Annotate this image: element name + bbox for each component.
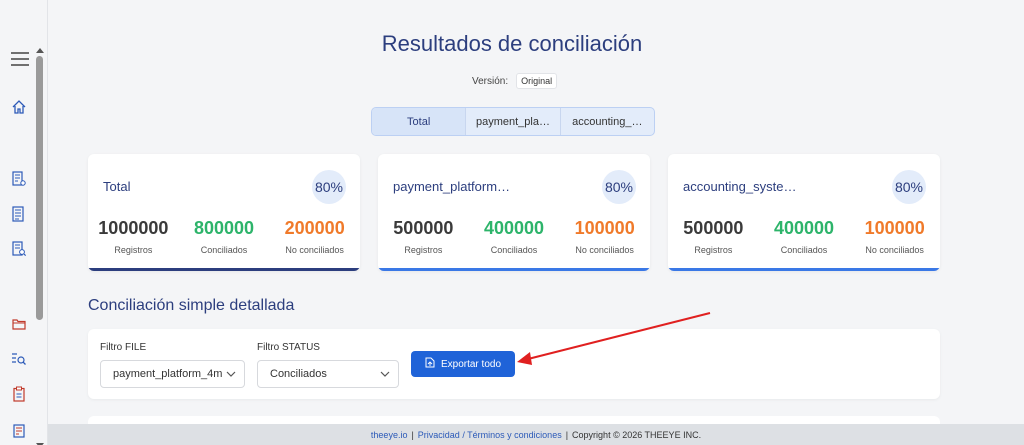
tab-accounting-system[interactable]: accounting_…: [561, 108, 654, 135]
footer-separator: |: [411, 429, 414, 440]
footer: theeye.io | Privacidad / Términos y cond…: [48, 424, 1024, 445]
filter-status-select[interactable]: Conciliados: [257, 360, 399, 388]
card-stats: 500000 Registros 400000 Conciliados 1000…: [378, 218, 650, 255]
home-icon[interactable]: [10, 98, 28, 116]
filter-file: Filtro FILE payment_platform_4m: [100, 342, 245, 388]
report-search-icon[interactable]: [10, 240, 28, 258]
summary-card-accounting-system: accounting_syste… 80% 500000 Registros 4…: [668, 154, 940, 271]
clipboard-icon[interactable]: [10, 385, 28, 403]
footer-separator: |: [565, 429, 569, 440]
scroll-down-arrow[interactable]: [36, 436, 44, 445]
stat-label: No conciliados: [865, 245, 924, 255]
stat-label: No conciliados: [285, 245, 344, 255]
filter-file-value: payment_platform_4m: [113, 368, 223, 380]
chevron-down-icon: [380, 368, 390, 380]
version-row: Versión: Original: [472, 73, 558, 89]
card-title: payment_platform…: [393, 179, 511, 194]
stat-value: 400000: [483, 218, 545, 238]
stat-value: 100000: [864, 218, 925, 238]
filter-file-label: Filtro FILE: [100, 342, 147, 353]
version-badge: Original: [516, 73, 558, 89]
footer-copyright: Copyright © 2026 THEEYE INC.: [572, 429, 702, 440]
card-percentage: 80%: [312, 170, 346, 204]
card-percentage: 80%: [892, 170, 926, 204]
stat-no-conciliados: 100000 No conciliados: [849, 218, 940, 255]
stat-value: 1000000: [98, 218, 169, 238]
tab-payment-platform[interactable]: payment_pla…: [466, 108, 561, 135]
filter-status: Filtro STATUS Conciliados: [257, 342, 399, 388]
filter-file-select[interactable]: payment_platform_4m: [100, 360, 245, 388]
stat-no-conciliados: 100000 No conciliados: [559, 218, 650, 255]
chevron-down-icon: [226, 368, 236, 380]
stat-label: Registros: [404, 245, 443, 255]
filter-status-value: Conciliados: [270, 368, 327, 380]
stat-registros: 500000 Registros: [378, 218, 469, 255]
section-title: Conciliación simple detallada: [88, 297, 295, 314]
stat-registros: 500000 Registros: [668, 218, 759, 255]
stat-label: Conciliados: [780, 245, 828, 255]
summary-card-payment-platform: payment_platform… 80% 500000 Registros 4…: [378, 154, 650, 271]
summary-card-total: Total 80% 1000000 Registros 800000 Conci…: [88, 154, 360, 271]
stat-value: 500000: [393, 218, 454, 238]
tab-bar: Total payment_pla… accounting_…: [371, 107, 655, 136]
stat-conciliados: 800000 Conciliados: [179, 218, 270, 255]
folder-icon[interactable]: [10, 315, 28, 333]
export-all-button[interactable]: Exportar todo: [411, 351, 515, 377]
card-accent-bar: [668, 268, 940, 271]
stat-value: 500000: [683, 218, 744, 238]
footer-site-link[interactable]: theeye.io: [371, 430, 408, 440]
stat-value: 800000: [193, 218, 255, 238]
stat-value: 200000: [284, 218, 345, 238]
file-export-icon: [425, 357, 435, 371]
footer-privacy-link[interactable]: Privacidad / Términos y condiciones: [418, 430, 562, 440]
report-list-icon[interactable]: [10, 205, 28, 223]
main-content: Resultados de conciliación Versión: Orig…: [48, 0, 1024, 445]
stat-value: 400000: [773, 218, 835, 238]
card-percentage: 80%: [602, 170, 636, 204]
stat-registros: 1000000 Registros: [88, 218, 179, 255]
page-title: Resultados de conciliación: [381, 31, 643, 56]
card-accent-bar: [378, 268, 650, 271]
tab-total[interactable]: Total: [372, 108, 467, 135]
filter-status-label: Filtro STATUS: [257, 342, 320, 353]
card-stats: 500000 Registros 400000 Conciliados 1000…: [668, 218, 940, 255]
card-stats: 1000000 Registros 800000 Conciliados 200…: [88, 218, 360, 255]
list-search-icon[interactable]: [10, 350, 28, 368]
document-icon[interactable]: [10, 422, 28, 440]
stat-conciliados: 400000 Conciliados: [759, 218, 850, 255]
export-button-label: Exportar todo: [440, 358, 502, 370]
filter-panel: Filtro FILE payment_platform_4m Filtro S…: [88, 329, 940, 399]
stat-label: Conciliados: [200, 245, 248, 255]
scrollbar-thumb[interactable]: [36, 56, 43, 320]
report-settings-icon[interactable]: [10, 170, 28, 188]
stat-label: Conciliados: [490, 245, 538, 255]
stat-value: 100000: [574, 218, 635, 238]
card-title: accounting_syste…: [683, 179, 797, 194]
card-accent-bar: [88, 268, 360, 271]
stat-conciliados: 400000 Conciliados: [469, 218, 560, 255]
stat-label: Registros: [694, 245, 733, 255]
stat-no-conciliados: 200000 No conciliados: [269, 218, 360, 255]
stat-label: No conciliados: [575, 245, 634, 255]
card-title: Total: [103, 179, 131, 194]
version-label: Versión:: [472, 75, 509, 87]
stat-label: Registros: [114, 245, 153, 255]
